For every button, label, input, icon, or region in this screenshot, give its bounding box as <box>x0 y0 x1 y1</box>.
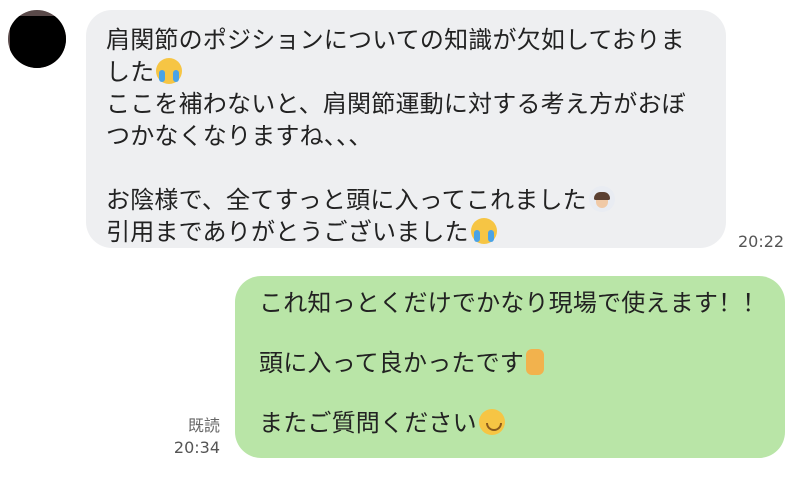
outgoing-line-1: これ知っとくだけでかなり現場で使えます！！ <box>259 289 767 317</box>
read-receipt: 既読 <box>187 416 220 435</box>
crying-face-icon <box>470 218 497 244</box>
incoming-message-bubble[interactable]: 肩関節のポジションについての知識が欠如しておりま した ここを補わないと、肩関節… <box>86 10 726 248</box>
incoming-line-7: 引用までありがとうございました <box>106 216 706 248</box>
outgoing-line-5: またご質問ください <box>259 408 761 438</box>
incoming-blank-line <box>106 152 706 184</box>
outgoing-line-3: 頭に入って良かったです <box>259 348 761 378</box>
incoming-line-1: 肩関節のポジションについての知識が欠如しておりま <box>106 26 685 54</box>
crying-face-icon <box>156 58 183 84</box>
outgoing-blank-line <box>259 318 761 348</box>
avatar-redaction <box>10 16 66 68</box>
incoming-line-3: ここを補わないと、肩関節運動に対する考え方がおぼ <box>106 90 686 118</box>
incoming-line-2-text: した <box>106 58 155 86</box>
smiling-face-icon <box>478 409 505 435</box>
person-bowing-icon <box>588 186 615 212</box>
outgoing-line-3-text: 頭に入って良かったです <box>259 349 524 377</box>
incoming-line-6: お陰様で、全てすっと頭に入ってこれました <box>106 184 706 216</box>
thumbs-up-icon <box>526 349 544 375</box>
outgoing-timestamp: 20:34 <box>173 438 220 457</box>
outgoing-blank-line <box>259 378 761 408</box>
outgoing-line-5-text: またご質問ください <box>259 409 477 437</box>
incoming-line-4: つかなくなりますね、、、 <box>106 122 373 150</box>
sender-avatar[interactable] <box>8 10 66 68</box>
incoming-line-2: した <box>106 56 706 88</box>
outgoing-message-bubble[interactable]: これ知っとくだけでかなり現場で使えます！！ 頭に入って良かったです またご質問く… <box>235 276 785 458</box>
incoming-line-6-text: お陰様で、全てすっと頭に入ってこれました <box>106 186 587 214</box>
incoming-timestamp: 20:22 <box>738 232 785 251</box>
incoming-line-7-text: 引用までありがとうございました <box>106 218 469 246</box>
